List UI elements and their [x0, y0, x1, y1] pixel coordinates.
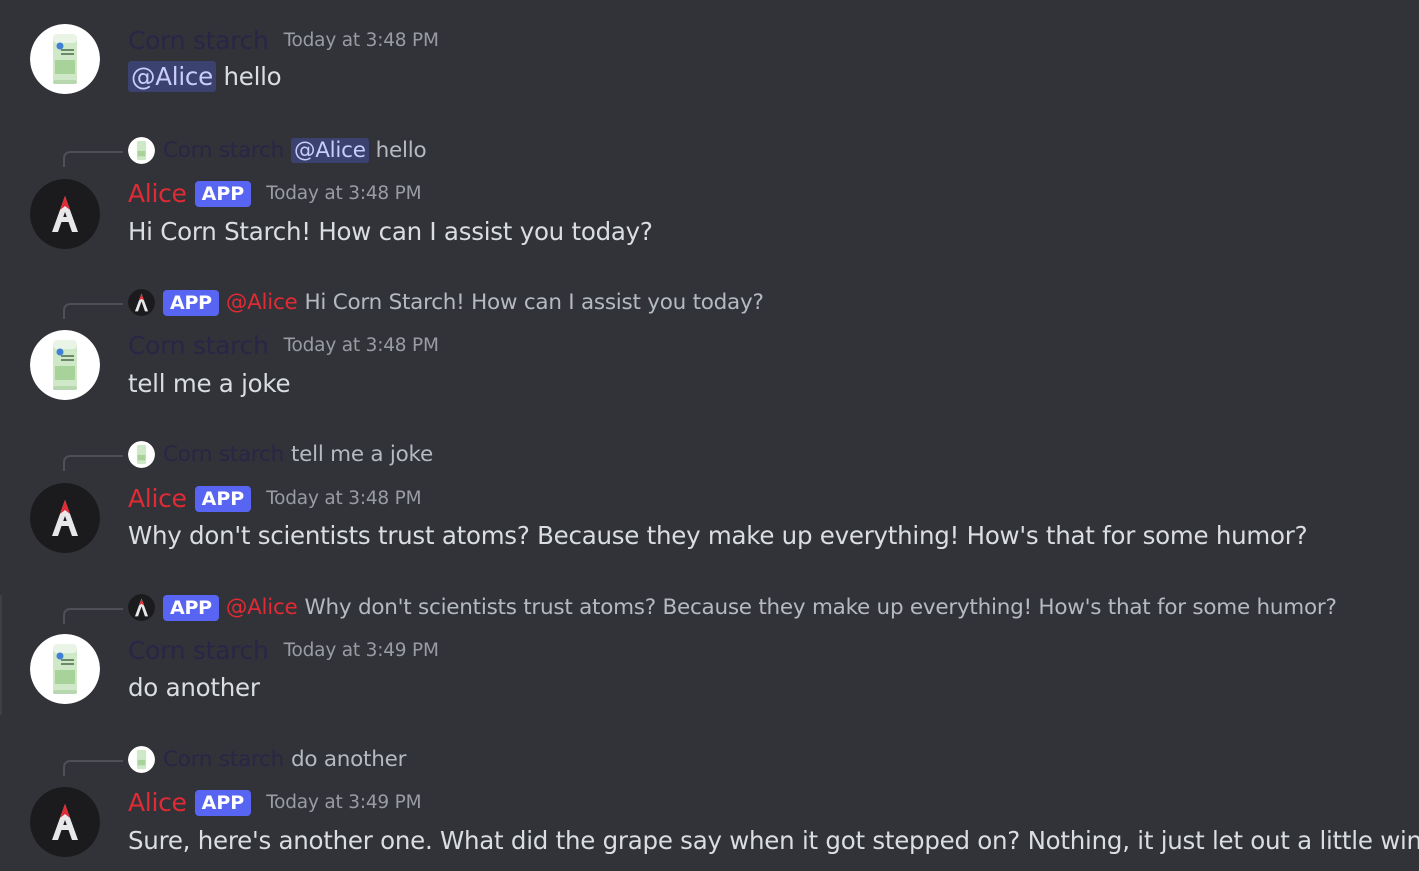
message-content: @Alice hello — [128, 61, 282, 92]
app-badge: APP — [163, 594, 219, 621]
user-mention[interactable]: @Alice — [128, 61, 216, 92]
author-name[interactable]: Corn starch — [128, 636, 269, 665]
reply-preview[interactable]: APP @Alice Why don't scientists trust at… — [128, 594, 1337, 621]
reply-text: Hi Corn Starch! How can I assist you tod… — [304, 290, 764, 315]
author-name[interactable]: Alice — [128, 179, 187, 208]
message-content: Hi Corn Starch! How can I assist you tod… — [128, 217, 653, 246]
reply-preview[interactable]: Corn starch @Alice hello — [128, 137, 427, 164]
app-badge: APP — [163, 289, 219, 316]
reply-author: Corn starch — [163, 747, 284, 772]
corn-starch-box-icon — [30, 24, 100, 94]
chat-messages-area: Corn starch Today at 3:48 PM @Alice hell… — [0, 0, 1419, 871]
reply-spine — [63, 608, 123, 624]
reply-text: do another — [290, 747, 407, 772]
reply-text: tell me a joke — [290, 442, 433, 467]
timestamp: Today at 3:48 PM — [283, 335, 439, 356]
alice-a-logo-icon — [30, 483, 100, 553]
message-text: hello — [223, 62, 282, 91]
avatar[interactable] — [30, 330, 100, 400]
message-content: Sure, here's another one. What did the g… — [128, 826, 1419, 855]
message-content: do another — [128, 673, 260, 702]
reply-preview[interactable]: APP @Alice Hi Corn Starch! How can I ass… — [128, 289, 764, 316]
timestamp: Today at 3:49 PM — [283, 640, 439, 661]
corn-starch-box-icon — [30, 330, 100, 400]
author-name[interactable]: Corn starch — [128, 331, 269, 360]
reply-preview[interactable]: Corn starch tell me a joke — [128, 441, 433, 468]
avatar[interactable] — [30, 787, 100, 857]
reply-author: Corn starch — [163, 442, 284, 467]
reply-text: Why don't scientists trust atoms? Becaus… — [304, 595, 1337, 620]
corn-starch-box-icon — [128, 137, 155, 164]
alice-a-logo-icon — [128, 594, 155, 621]
reply-author: @Alice — [225, 290, 298, 315]
message-text: Sure, here's another one. What did the g… — [128, 826, 1419, 855]
author-name[interactable]: Alice — [128, 484, 187, 513]
reply-avatar — [128, 289, 155, 316]
app-badge: APP — [194, 789, 252, 816]
reply-avatar — [128, 137, 155, 164]
reply-avatar — [128, 594, 155, 621]
alice-a-logo-icon — [30, 179, 100, 249]
alice-a-logo-icon — [128, 289, 155, 316]
corn-starch-box-icon — [30, 634, 100, 704]
timestamp: Today at 3:49 PM — [266, 792, 422, 813]
reply-author: Corn starch — [163, 138, 284, 163]
alice-a-logo-icon — [30, 787, 100, 857]
author-name[interactable]: Alice — [128, 788, 187, 817]
window-edge — [0, 595, 2, 715]
timestamp: Today at 3:48 PM — [266, 488, 422, 509]
reply-spine — [63, 455, 123, 471]
app-badge: APP — [194, 180, 252, 207]
corn-starch-box-icon — [128, 746, 155, 773]
message-text: Hi Corn Starch! How can I assist you tod… — [128, 217, 653, 246]
app-badge: APP — [194, 485, 252, 512]
timestamp: Today at 3:48 PM — [266, 183, 422, 204]
message-text: tell me a joke — [128, 369, 291, 398]
message-content: tell me a joke — [128, 369, 291, 398]
reply-spine — [63, 303, 123, 319]
timestamp: Today at 3:48 PM — [283, 30, 439, 51]
avatar[interactable] — [30, 483, 100, 553]
avatar[interactable] — [30, 179, 100, 249]
message-text: Why don't scientists trust atoms? Becaus… — [128, 521, 1308, 550]
reply-spine — [63, 151, 123, 167]
message-content: Why don't scientists trust atoms? Becaus… — [128, 521, 1308, 550]
reply-mention: @Alice — [290, 138, 369, 163]
reply-author: @Alice — [225, 595, 298, 620]
avatar[interactable] — [30, 24, 100, 94]
reply-preview[interactable]: Corn starch do another — [128, 746, 406, 773]
reply-spine — [63, 760, 123, 776]
author-name[interactable]: Corn starch — [128, 26, 269, 55]
reply-avatar — [128, 746, 155, 773]
avatar[interactable] — [30, 634, 100, 704]
reply-text: hello — [375, 138, 427, 163]
message-text: do another — [128, 673, 260, 702]
corn-starch-box-icon — [128, 441, 155, 468]
reply-avatar — [128, 441, 155, 468]
